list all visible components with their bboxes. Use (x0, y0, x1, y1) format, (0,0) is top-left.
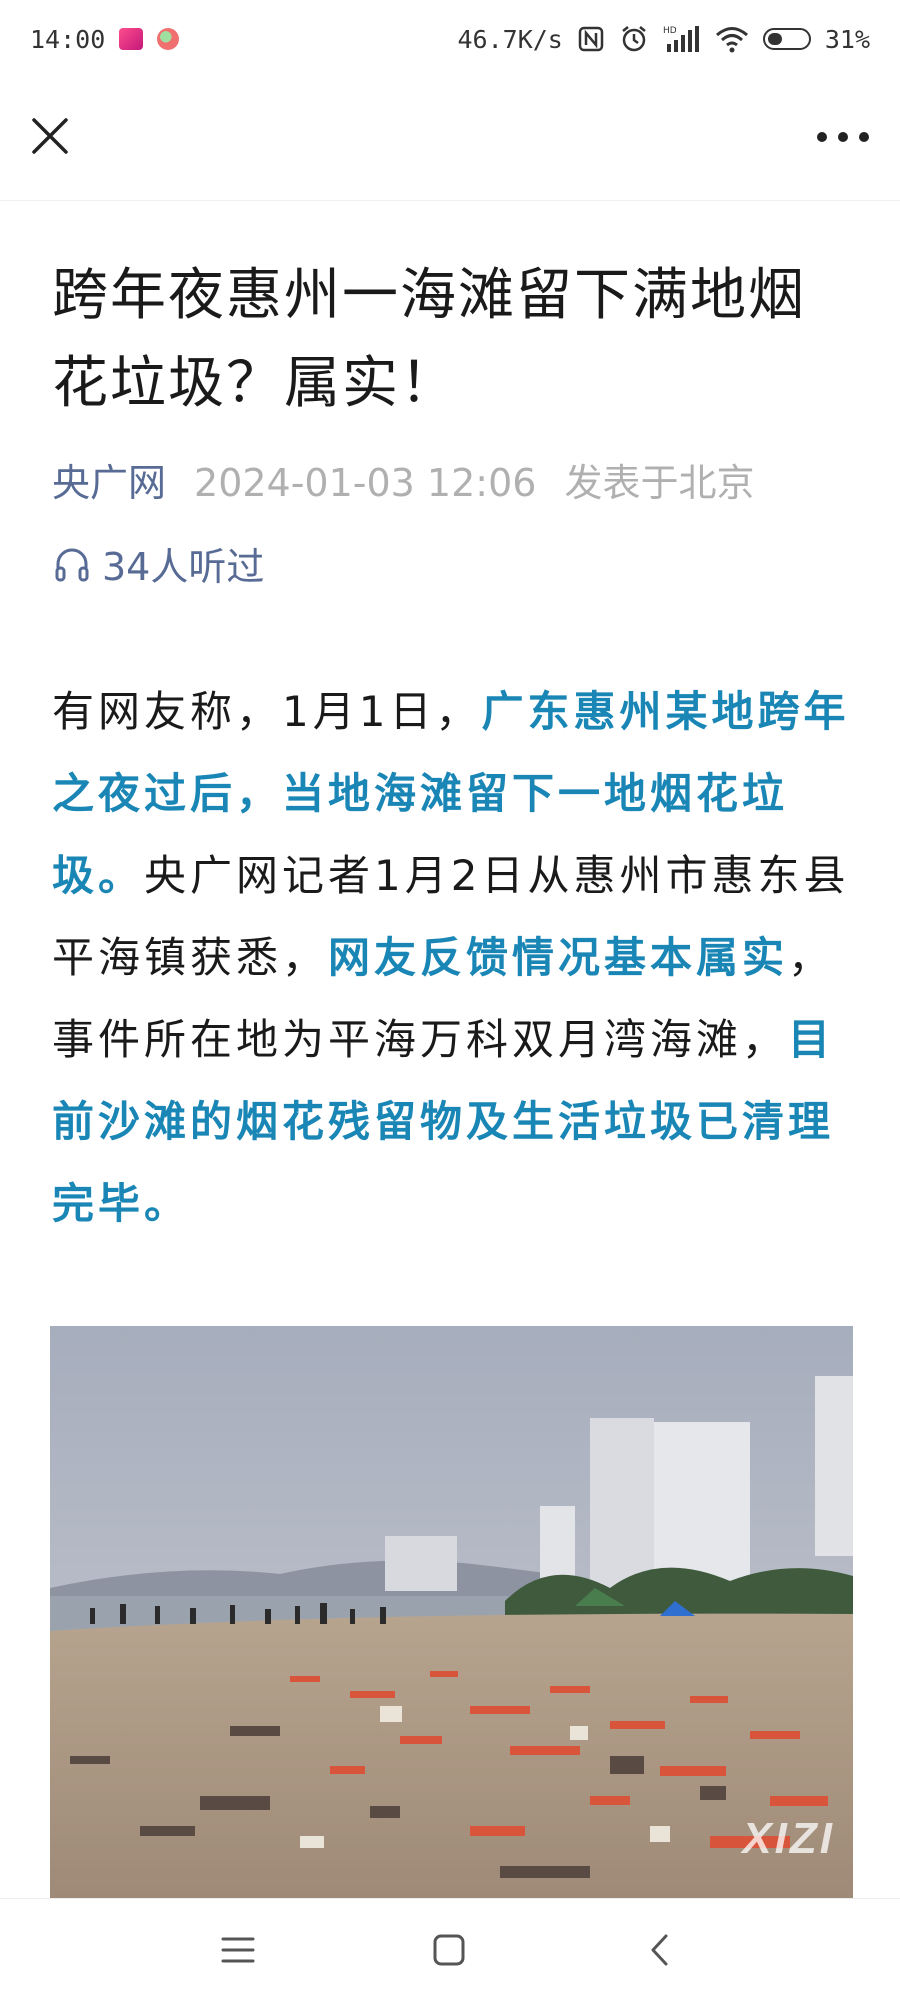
nav-home-button[interactable] (424, 1925, 474, 1975)
back-chevron-icon (651, 1934, 668, 1966)
battery-level: 31% (824, 24, 870, 54)
status-bar: 14:00 46.7K/s HD 31% (0, 0, 900, 78)
listen-count-button[interactable]: 34人听过 (52, 536, 852, 591)
svg-text:HD: HD (663, 26, 677, 36)
menu-icon (221, 1937, 255, 1963)
article-location: 发表于北京 (564, 461, 755, 505)
system-navigation-bar (0, 1898, 900, 2001)
nav-menu-button[interactable] (213, 1925, 263, 1975)
nfc-icon (578, 26, 604, 52)
paragraph-highlight: 网友反馈情况基本属实 (328, 933, 789, 982)
article-header-bar (0, 78, 900, 201)
article-meta: 央广网 2024-01-03 12:06 发表于北京 (52, 458, 852, 508)
paragraph-segment: 有网友称，1月1日， (52, 687, 482, 736)
article-source-link[interactable]: 央广网 (52, 458, 166, 508)
close-icon (32, 118, 68, 154)
battery-icon (762, 28, 811, 50)
close-button[interactable] (22, 108, 78, 164)
home-square-icon (433, 1934, 465, 1966)
app-notification-icon-2 (157, 28, 180, 50)
alarm-icon (622, 26, 646, 52)
article-paragraph: 有网友称，1月1日，广东惠州某地跨年之夜过后，当地海滩留下一地烟花垃圾。央广网记… (52, 671, 852, 1245)
headphones-icon (55, 548, 89, 581)
more-horizontal-icon (817, 132, 869, 142)
status-left: 14:00 (30, 24, 180, 54)
more-options-button[interactable] (808, 112, 878, 162)
signal-hd-icon: HD (663, 26, 699, 52)
article: 跨年夜惠州一海滩留下满地烟花垃圾？属实！ 央广网 2024-01-03 12:0… (52, 200, 852, 1287)
wifi-icon (715, 27, 748, 53)
article-datetime: 2024-01-03 12:06 (194, 461, 537, 505)
nav-back-button[interactable] (636, 1925, 686, 1975)
app-notification-icon (119, 28, 144, 50)
status-right: 46.7K/s HD 31% (457, 24, 870, 54)
listen-count-label: 34人听过 (102, 545, 265, 589)
status-time: 14:00 (30, 24, 106, 54)
beach-debris-image (50, 1326, 853, 1898)
network-speed: 46.7K/s (457, 24, 563, 54)
image-watermark: XIZI (742, 1814, 835, 1863)
article-photo[interactable]: XIZI (50, 1326, 853, 1898)
article-title: 跨年夜惠州一海滩留下满地烟花垃圾？属实！ (52, 263, 806, 416)
